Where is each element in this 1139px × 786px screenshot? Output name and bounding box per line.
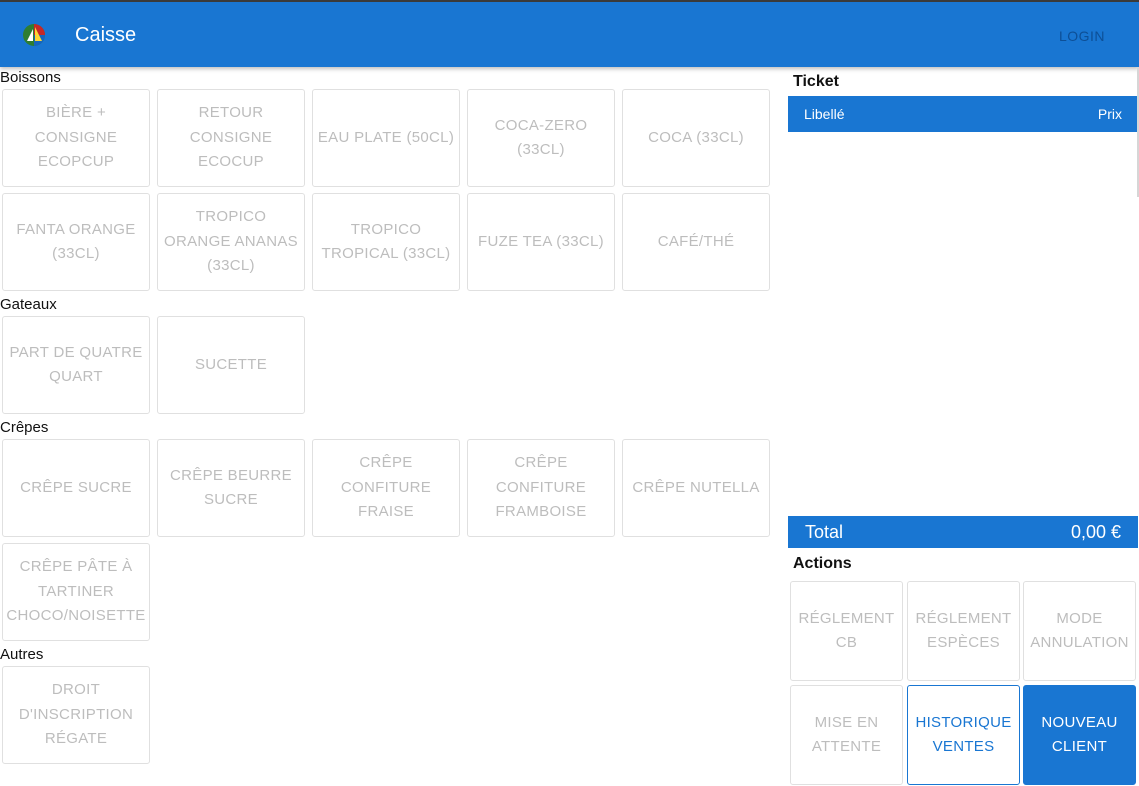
total-label: Total [805, 522, 844, 542]
ticket-total-bar: Total 0,00 € [788, 516, 1138, 548]
ticket-column-price: Prix [1097, 106, 1122, 122]
product-coca[interactable]: COCA (33CL) [622, 89, 770, 187]
product-fanta-orange[interactable]: FANTA ORANGE (33CL) [2, 193, 150, 291]
ticket-lines [788, 132, 1138, 516]
product-fuze-tea[interactable]: FUZE TEA (33CL) [467, 193, 615, 291]
product-tropico-tropical[interactable]: TROPICO TROPICAL (33CL) [312, 193, 460, 291]
product-crepe-nutella[interactable]: CRÊPE NUTELLA [622, 439, 770, 537]
product-crepe-confiture-framboise[interactable]: CRÊPE CONFITURE FRAMBOISE [467, 439, 615, 537]
product-crepe-pate-tartiner[interactable]: CRÊPE PÂTE À TARTINER CHOCO/NOISETTE [2, 543, 150, 641]
product-part-quatre-quart[interactable]: PART DE QUATRE QUART [2, 316, 150, 414]
app-logo-icon [23, 24, 45, 46]
ticket-title: Ticket [793, 73, 839, 90]
ticket-table-header: Libellé Prix [788, 96, 1138, 132]
product-crepe-sucre[interactable]: CRÊPE SUCRE [2, 439, 150, 537]
section-title-autres: Autres [0, 646, 44, 663]
product-tropico-orange-ananas[interactable]: TROPICO ORANGE ANANAS (33CL) [157, 193, 305, 291]
actions-title: Actions [793, 555, 852, 572]
reglement-cb-button[interactable]: RÉGLEMENT CB [790, 581, 903, 681]
product-sucette[interactable]: SUCETTE [157, 316, 305, 414]
app-bar: Caisse LOGIN [0, 0, 1139, 67]
reglement-especes-button[interactable]: RÉGLEMENT ESPÈCES [907, 581, 1020, 681]
section-title-gateaux: Gateaux [0, 296, 57, 313]
product-crepe-beurre-sucre[interactable]: CRÊPE BEURRE SUCRE [157, 439, 305, 537]
historique-ventes-button[interactable]: HISTORIQUE VENTES [907, 685, 1020, 785]
login-button[interactable]: LOGIN [1040, 25, 1124, 47]
nouveau-client-button[interactable]: NOUVEAU CLIENT [1023, 685, 1136, 785]
product-retour-consigne[interactable]: RETOUR CONSIGNE ECOCUP [157, 89, 305, 187]
product-cafe-the[interactable]: CAFÉ/THÉ [622, 193, 770, 291]
product-crepe-confiture-fraise[interactable]: CRÊPE CONFITURE FRAISE [312, 439, 460, 537]
product-droit-inscription-regate[interactable]: DROIT D'INSCRIPTION RÉGATE [2, 666, 150, 764]
product-coca-zero[interactable]: COCA-ZERO (33CL) [467, 89, 615, 187]
section-title-boissons: Boissons [0, 69, 61, 86]
mise-en-attente-button[interactable]: MISE EN ATTENTE [790, 685, 903, 785]
product-biere-consigne[interactable]: BIÈRE + CONSIGNE ECOPCUP [2, 89, 150, 187]
total-value: 0,00 € [1070, 522, 1121, 542]
app-title: Caisse [75, 24, 137, 46]
mode-annulation-button[interactable]: MODE ANNULATION [1023, 581, 1136, 681]
ticket-column-label: Libellé [804, 106, 845, 122]
section-title-crepes: Crêpes [0, 419, 49, 436]
product-eau-plate[interactable]: EAU PLATE (50CL) [312, 89, 460, 187]
